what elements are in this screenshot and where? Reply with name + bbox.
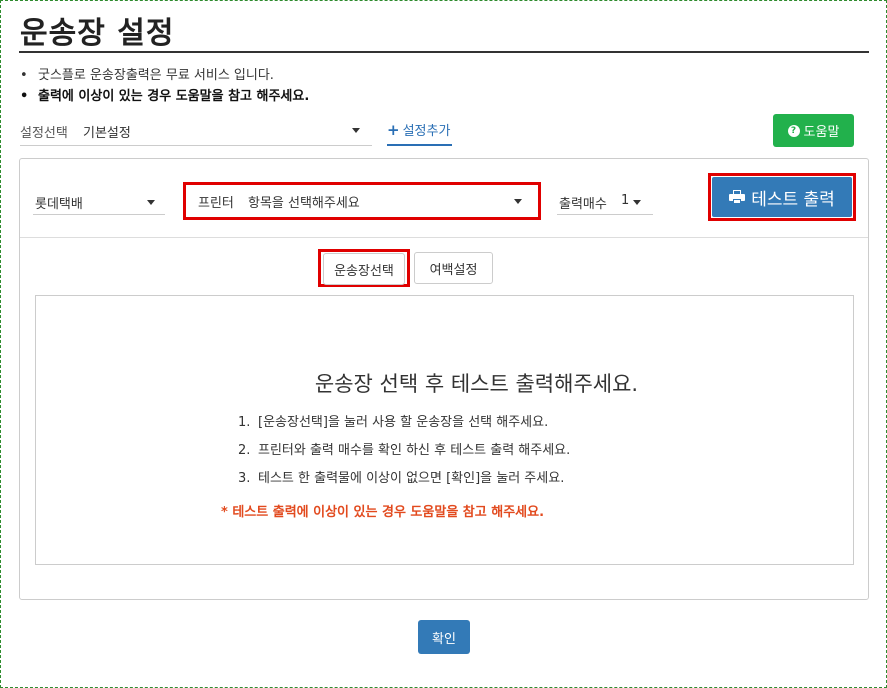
printer-icon xyxy=(729,190,746,204)
panel-divider xyxy=(20,237,868,238)
setting-select[interactable]: 설정선택 기본설정 xyxy=(20,120,372,146)
tab-margin-settings[interactable]: 여백설정 xyxy=(414,252,493,284)
setting-select-value: 기본설정 xyxy=(83,126,131,141)
warning-text: * 테스트 출력에 이상이 있는 경우 도움말을 참고 해주세요. xyxy=(221,505,545,520)
instruction-item: 1. [운송장선택]을 눌러 사용 할 운송장을 선택 해주세요. xyxy=(238,409,570,437)
test-print-label: 테스트 출력 xyxy=(751,189,835,210)
step-number: 3. xyxy=(238,471,251,486)
step-text: 테스트 한 출력물에 이상이 없으면 [확인]을 눌러 주세요. xyxy=(258,471,565,486)
tab-waybill-select[interactable]: 운송장선택 xyxy=(323,253,405,285)
notice-text: 출력에 이상이 있는 경우 도움말을 참고 해주세요. xyxy=(38,89,310,104)
printer-select-label: 프린터 xyxy=(198,196,234,211)
instruction-list: 1. [운송장선택]을 눌러 사용 할 운송장을 선택 해주세요. 2. 프린터와 … xyxy=(238,409,570,493)
notice-list: • 굿스플로 운송장출력은 무료 서비스 입니다. • 출력에 이상이 있는 경우 … xyxy=(20,65,309,107)
chevron-down-icon xyxy=(352,128,360,133)
tab-select-highlight: 운송장선택 xyxy=(318,249,410,287)
confirm-button[interactable]: 확인 xyxy=(418,620,470,654)
test-print-highlight: 테스트 출력 xyxy=(708,173,856,221)
printer-select-highlight: 프린터 항목을 선택해주세요 xyxy=(183,182,541,220)
step-number: 1. xyxy=(238,415,251,430)
chevron-down-icon xyxy=(514,199,522,204)
title-divider xyxy=(19,51,869,53)
test-print-button[interactable]: 테스트 출력 xyxy=(712,177,852,217)
add-setting-label: 설정추가 xyxy=(402,124,451,139)
step-number: 2. xyxy=(238,443,251,458)
printer-select-placeholder: 항목을 선택해주세요 xyxy=(248,196,360,211)
copies-value: 1 xyxy=(621,193,630,208)
page-title: 운송장 설정 xyxy=(20,16,175,51)
step-text: 프린터와 출력 매수를 확인 하신 후 테스트 출력 해주세요. xyxy=(258,443,571,458)
chevron-down-icon xyxy=(633,200,641,205)
instruction-item: 2. 프린터와 출력 매수를 확인 하신 후 테스트 출력 해주세요. xyxy=(238,437,570,465)
notice-item-bold: • 출력에 이상이 있는 경우 도움말을 참고 해주세요. xyxy=(20,86,309,107)
question-circle-icon: ? xyxy=(787,124,800,137)
courier-select-value: 롯데택배 xyxy=(35,197,83,212)
copies-select[interactable]: 출력매수 1 xyxy=(557,189,653,215)
bullet-icon: • xyxy=(20,89,29,104)
copies-label: 출력매수 xyxy=(559,197,607,212)
step-text: [운송장선택]을 눌러 사용 할 운송장을 선택 해주세요. xyxy=(258,415,549,430)
setting-select-label: 설정선택 xyxy=(20,126,68,141)
bullet-icon: • xyxy=(20,68,28,83)
preview-area: 운송장 선택 후 테스트 출력해주세요. 1. [운송장선택]을 눌러 사용 할 … xyxy=(35,295,854,565)
notice-text: 굿스플로 운송장출력은 무료 서비스 입니다. xyxy=(38,68,274,83)
printer-select[interactable]: 프린터 항목을 선택해주세요 xyxy=(194,188,532,214)
chevron-down-icon xyxy=(147,200,155,205)
plus-icon: + xyxy=(387,121,400,139)
print-settings-panel: 롯데택배 프린터 항목을 선택해주세요 출력매수 1 테스트 출력 운송장선택 … xyxy=(19,158,869,600)
instruction-item: 3. 테스트 한 출력물에 이상이 없으면 [확인]을 눌러 주세요. xyxy=(238,465,570,493)
add-setting-link[interactable]: + 설정추가 xyxy=(387,120,453,146)
help-button-label: 도움말 xyxy=(803,125,840,140)
help-button[interactable]: ? 도움말 xyxy=(773,114,854,147)
notice-item: • 굿스플로 운송장출력은 무료 서비스 입니다. xyxy=(20,65,309,86)
preview-heading: 운송장 선택 후 테스트 출력해주세요. xyxy=(314,372,639,396)
courier-select[interactable]: 롯데택배 xyxy=(33,189,165,215)
